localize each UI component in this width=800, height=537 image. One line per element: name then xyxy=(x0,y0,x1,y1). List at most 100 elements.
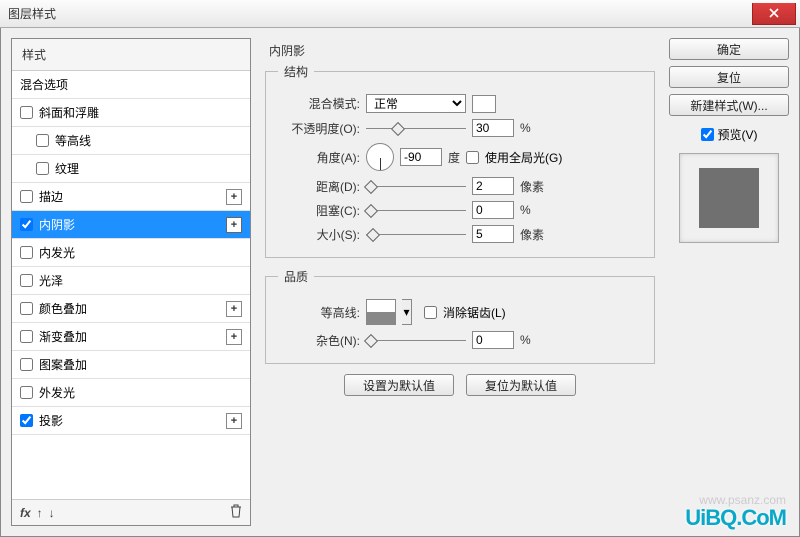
choke-input[interactable] xyxy=(472,201,514,219)
checkbox-stroke[interactable] xyxy=(20,190,33,203)
size-slider[interactable] xyxy=(366,227,466,241)
unit-percent2: % xyxy=(520,203,531,217)
dialog-body: 样式 混合选项 斜面和浮雕 等高线 纹理 描边 + 内阴影 + 内发光 光泽 颜色叠… xyxy=(0,28,800,537)
window-title: 图层样式 xyxy=(8,5,56,22)
global-light-label: 使用全局光(G) xyxy=(485,149,562,166)
distance-label: 距离(D): xyxy=(278,178,360,195)
color-swatch[interactable] xyxy=(472,95,496,113)
checkbox-contour[interactable] xyxy=(36,134,49,147)
style-drop-shadow[interactable]: 投影+ xyxy=(12,407,250,435)
angle-input[interactable] xyxy=(400,148,442,166)
style-stroke[interactable]: 描边 + xyxy=(12,183,250,211)
row-quality-contour: 等高线: ▾ 消除锯齿(L) xyxy=(278,299,642,325)
checkbox-inner-shadow[interactable] xyxy=(20,218,33,231)
titlebar: 图层样式 xyxy=(0,0,800,28)
antialias-checkbox[interactable] xyxy=(424,306,437,319)
arrow-down-icon[interactable]: ↓ xyxy=(49,506,55,520)
checkbox-pattern-overlay[interactable] xyxy=(20,358,33,371)
row-angle: 角度(A): 度 使用全局光(G) xyxy=(278,143,642,171)
size-label: 大小(S): xyxy=(278,226,360,243)
reset-default-button[interactable]: 复位为默认值 xyxy=(466,374,576,396)
antialias-label: 消除锯齿(L) xyxy=(443,304,506,321)
settings-panel: 内阴影 结构 混合模式: 正常 不透明度(O): % 角度(A): 度 使用全局… xyxy=(261,38,659,526)
checkbox-color-overlay[interactable] xyxy=(20,302,33,315)
angle-label: 角度(A): xyxy=(278,149,360,166)
checkbox-texture[interactable] xyxy=(36,162,49,175)
style-inner-glow[interactable]: 内发光 xyxy=(12,239,250,267)
add-stroke-icon[interactable]: + xyxy=(226,189,242,205)
angle-dial[interactable] xyxy=(366,143,394,171)
cancel-button[interactable]: 复位 xyxy=(669,66,789,88)
choke-label: 阻塞(C): xyxy=(278,202,360,219)
preview-swatch xyxy=(699,168,759,228)
checkbox-drop-shadow[interactable] xyxy=(20,414,33,427)
style-gradient-overlay[interactable]: 渐变叠加 + xyxy=(12,323,250,351)
distance-input[interactable] xyxy=(472,177,514,195)
unit-percent3: % xyxy=(520,333,531,347)
style-inner-shadow[interactable]: 内阴影 + xyxy=(12,211,250,239)
style-contour[interactable]: 等高线 xyxy=(12,127,250,155)
watermark-large: UiBQ.CoM xyxy=(685,505,786,531)
unit-px2: 像素 xyxy=(520,226,544,243)
structure-group: 结构 混合模式: 正常 不透明度(O): % 角度(A): 度 使用全局光(G) xyxy=(265,63,655,258)
label: 描边 xyxy=(39,188,63,205)
style-outer-glow[interactable]: 外发光 xyxy=(12,379,250,407)
row-noise: 杂色(N): % xyxy=(278,331,642,349)
style-bevel[interactable]: 斜面和浮雕 xyxy=(12,99,250,127)
trash-icon[interactable] xyxy=(230,504,242,521)
add-drop-shadow-icon[interactable]: + xyxy=(226,413,242,429)
styles-header[interactable]: 样式 xyxy=(12,39,250,71)
style-texture[interactable]: 纹理 xyxy=(12,155,250,183)
contour-dropdown-icon[interactable]: ▾ xyxy=(402,299,412,325)
preview-checkbox[interactable] xyxy=(701,128,714,141)
opacity-slider[interactable] xyxy=(366,121,466,135)
quality-legend: 品质 xyxy=(278,268,314,285)
noise-input[interactable] xyxy=(472,331,514,349)
style-color-overlay[interactable]: 颜色叠加 + xyxy=(12,295,250,323)
checkbox-satin[interactable] xyxy=(20,274,33,287)
noise-label: 杂色(N): xyxy=(278,332,360,349)
label: 混合选项 xyxy=(20,76,68,93)
style-satin[interactable]: 光泽 xyxy=(12,267,250,295)
label: 内阴影 xyxy=(39,216,75,233)
style-pattern-overlay[interactable]: 图案叠加 xyxy=(12,351,250,379)
global-light-checkbox[interactable] xyxy=(466,151,479,164)
blend-mode-select[interactable]: 正常 xyxy=(366,94,466,113)
choke-slider[interactable] xyxy=(366,203,466,217)
noise-slider[interactable] xyxy=(366,333,466,347)
label: 光泽 xyxy=(39,272,63,289)
new-style-button[interactable]: 新建样式(W)... xyxy=(669,94,789,116)
checkbox-inner-glow[interactable] xyxy=(20,246,33,259)
close-button[interactable] xyxy=(752,3,796,25)
preview-box xyxy=(679,153,779,243)
set-default-button[interactable]: 设置为默认值 xyxy=(344,374,454,396)
checkbox-outer-glow[interactable] xyxy=(20,386,33,399)
checkbox-gradient-overlay[interactable] xyxy=(20,330,33,343)
label: 渐变叠加 xyxy=(39,328,87,345)
opacity-input[interactable] xyxy=(472,119,514,137)
label: 纹理 xyxy=(55,160,79,177)
preview-label: 预览(V) xyxy=(718,126,758,143)
right-panel: 确定 复位 新建样式(W)... 预览(V) xyxy=(669,38,789,526)
opacity-label: 不透明度(O): xyxy=(278,120,360,137)
row-opacity: 不透明度(O): % xyxy=(278,119,642,137)
label: 颜色叠加 xyxy=(39,300,87,317)
add-inner-shadow-icon[interactable]: + xyxy=(226,217,242,233)
panel-title: 内阴影 xyxy=(269,42,655,59)
unit-px: 像素 xyxy=(520,178,544,195)
styles-footer: fx ↑ ↓ xyxy=(12,499,250,525)
ok-button[interactable]: 确定 xyxy=(669,38,789,60)
preview-toggle[interactable]: 预览(V) xyxy=(669,126,789,143)
add-gradient-overlay-icon[interactable]: + xyxy=(226,329,242,345)
fx-icon[interactable]: fx xyxy=(20,506,31,520)
structure-legend: 结构 xyxy=(278,63,314,80)
distance-slider[interactable] xyxy=(366,179,466,193)
style-blending-options[interactable]: 混合选项 xyxy=(12,71,250,99)
arrow-up-icon[interactable]: ↑ xyxy=(37,506,43,520)
close-icon xyxy=(769,8,779,18)
size-input[interactable] xyxy=(472,225,514,243)
checkbox-bevel[interactable] xyxy=(20,106,33,119)
row-choke: 阻塞(C): % xyxy=(278,201,642,219)
contour-picker[interactable] xyxy=(366,299,396,325)
add-color-overlay-icon[interactable]: + xyxy=(226,301,242,317)
